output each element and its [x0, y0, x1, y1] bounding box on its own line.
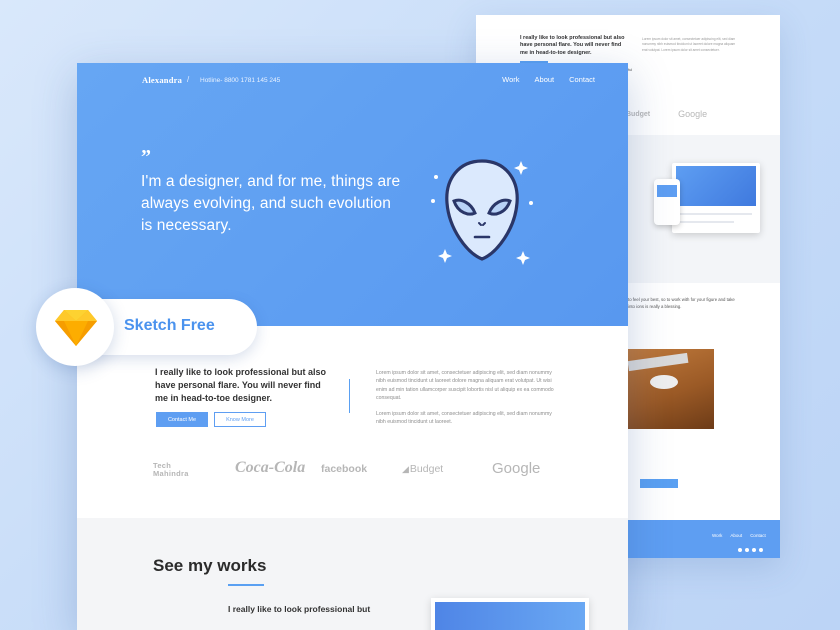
back-quote: I really like to look professional but a…: [520, 35, 625, 56]
header-separator: /: [187, 75, 190, 84]
brand-logo[interactable]: Alexandra: [142, 75, 182, 85]
back-desk-photo: [628, 349, 714, 429]
coca-cola-logo: Coca-Cola: [235, 459, 306, 476]
back-footer-social-dots: [738, 548, 763, 552]
back-logo-google: Google: [678, 109, 708, 119]
works-title-underline: [228, 584, 264, 586]
social-dot[interactable]: [752, 548, 756, 552]
know-more-button[interactable]: Know More: [214, 412, 266, 427]
back-phone-screen: [657, 185, 677, 197]
google-logo: Google: [492, 460, 541, 477]
hero-section: Alexandra / Hotline- 8800 1781 145 245 W…: [77, 63, 628, 326]
back-footer-nav-work[interactable]: Work: [712, 533, 722, 538]
budget-logo: ◢Budget: [402, 463, 443, 475]
nav-contact[interactable]: Contact: [569, 75, 595, 84]
hero-quote: I'm a designer, and for me, things are a…: [141, 173, 401, 234]
works-laptop-screen: [435, 602, 585, 630]
nav-work[interactable]: Work: [502, 75, 519, 84]
back-mini-button[interactable]: [640, 479, 678, 488]
back-footer-nav-contact[interactable]: Contact: [750, 533, 766, 538]
social-dot[interactable]: [738, 548, 742, 552]
tech-mahindra-logo: Tech Mahindra: [153, 462, 189, 477]
main-nav: Work About Contact: [502, 75, 595, 84]
back-logo-row: Budget Google: [626, 101, 780, 127]
nav-about[interactable]: About: [535, 75, 555, 84]
back-footer-nav-about[interactable]: About: [730, 533, 742, 538]
intro-divider: [349, 379, 350, 413]
sketch-diamond-icon: [55, 310, 97, 346]
works-title: See my works: [153, 556, 267, 575]
back-testimonial: to feel your best, so to work with for y…: [628, 297, 735, 309]
budget-mark-icon: ◢: [402, 464, 409, 474]
hotline-text: Hotline- 8800 1781 145 245: [200, 77, 281, 84]
back-laptop-screen: [676, 166, 756, 206]
back-logo-budget: Budget: [626, 110, 651, 118]
client-logo-row: Tech Mahindra Coca-Cola facebook ◢Budget…: [77, 459, 628, 485]
contact-me-button[interactable]: Contact Me: [156, 412, 208, 427]
works-laptop-mockup: [431, 598, 589, 630]
back-lorem: Lorem ipsum dolor sit amet, consectetuer…: [642, 37, 736, 52]
tech-mahindra-line-2: Mahindra: [153, 468, 189, 478]
keyboard-shape: [628, 352, 689, 372]
back-side-label: ful: [628, 67, 633, 72]
intro-paragraph-2: Lorem ipsum dolor sit amet, consectetuer…: [376, 411, 552, 426]
back-footer-nav: Work About Contact: [712, 533, 766, 538]
sketch-free-label[interactable]: Sketch Free: [124, 317, 215, 335]
facebook-logo: facebook: [321, 463, 368, 475]
works-section: See my works I really like to look profe…: [77, 518, 628, 630]
back-laptop-row: [680, 213, 752, 215]
back-laptop-row: [680, 221, 734, 223]
works-subtitle: I really like to look professional but: [228, 604, 371, 614]
alien-icon: [431, 159, 533, 265]
back-phone-mockup: [654, 179, 680, 225]
social-dot[interactable]: [745, 548, 749, 552]
back-laptop-mockup: [672, 163, 760, 233]
quote-mark: ”: [141, 146, 151, 168]
mouse-shape: [650, 375, 678, 389]
social-dot[interactable]: [759, 548, 763, 552]
intro-heading: I really like to look professional but a…: [155, 367, 327, 403]
budget-logo-text: Budget: [409, 463, 444, 475]
intro-paragraph-1: Lorem ipsum dolor sit amet, consectetuer…: [376, 370, 554, 402]
